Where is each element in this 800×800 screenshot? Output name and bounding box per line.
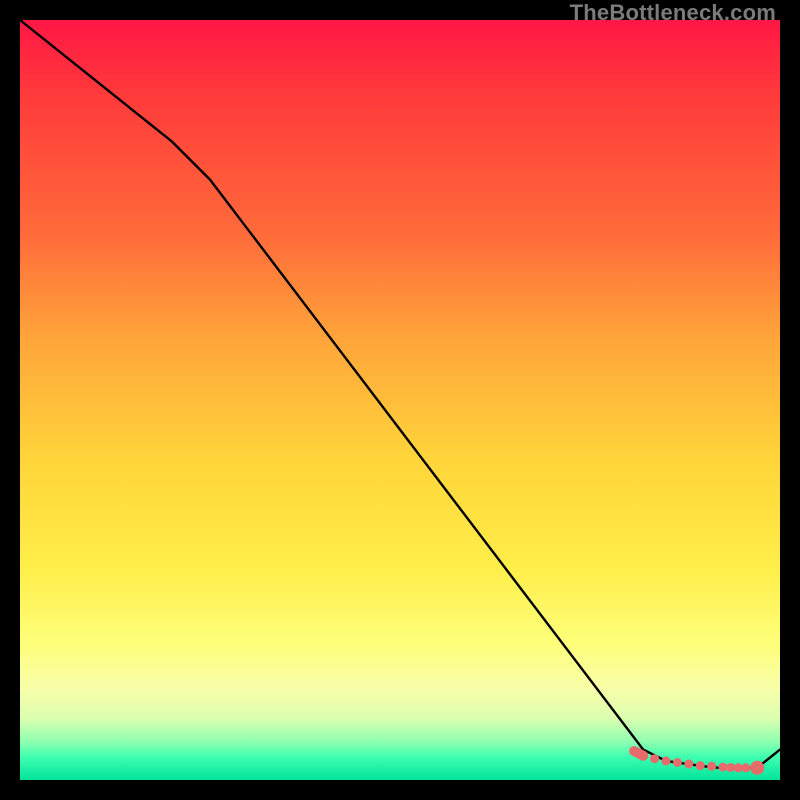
chart-overlay (20, 20, 780, 780)
series-line (20, 20, 780, 768)
series-end-marker (750, 761, 764, 775)
chart-frame: TheBottleneck.com (0, 0, 800, 800)
watermark-text: TheBottleneck.com (570, 0, 776, 26)
